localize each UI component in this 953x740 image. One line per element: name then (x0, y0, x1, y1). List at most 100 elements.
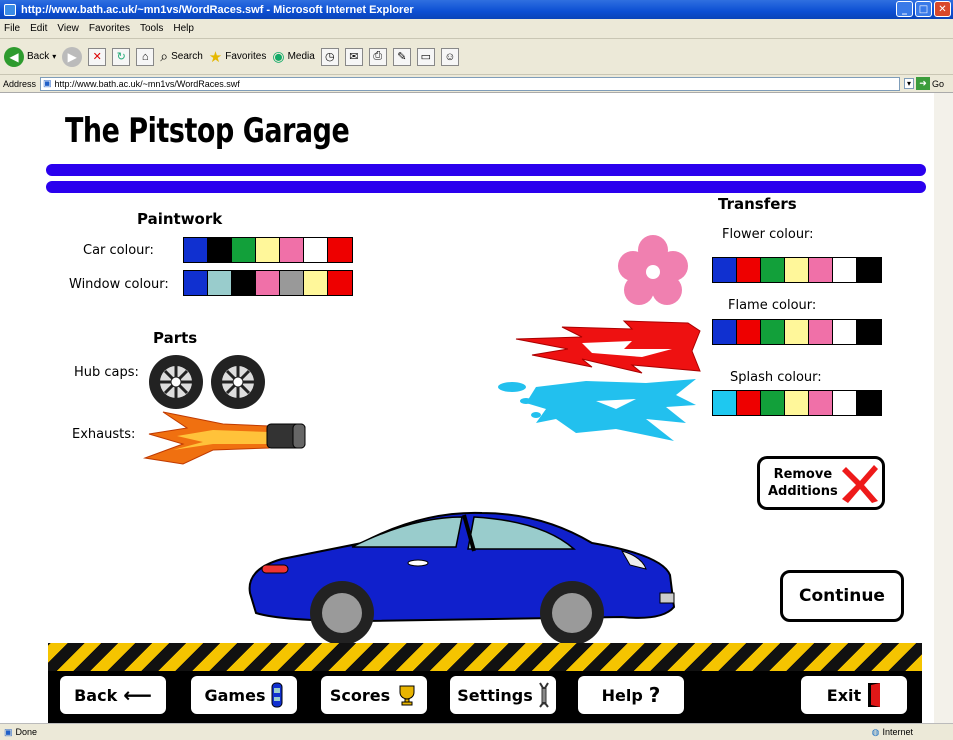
flower-colour-swatch-7[interactable] (857, 258, 881, 282)
trophy-icon (399, 685, 415, 706)
splash-colour-swatch-3[interactable] (761, 391, 785, 415)
search-icon: ⌕ (160, 48, 169, 64)
car-colour-swatch-7[interactable] (328, 238, 352, 262)
car-colour-swatch-5[interactable] (280, 238, 304, 262)
stop-button[interactable]: ✕ (88, 47, 107, 66)
back-label: Back (27, 51, 50, 62)
flame-colour-label: Flame colour: (728, 298, 817, 313)
splash-colour-swatch-7[interactable] (857, 391, 881, 415)
window-colour-swatch-7[interactable] (328, 271, 352, 295)
back-button[interactable]: ◀ Back ▾ (4, 46, 56, 67)
back-nav-button[interactable]: Back ⟵ (60, 676, 166, 714)
window-colour-swatch-2[interactable] (208, 271, 232, 295)
zone-text: Internet (882, 727, 913, 737)
menu-tools[interactable]: Tools (140, 23, 163, 34)
history-button[interactable]: ◷ (320, 47, 339, 66)
exit-nav-button[interactable]: Exit (801, 676, 907, 714)
scores-nav-button[interactable]: Scores (321, 676, 427, 714)
settings-nav-button[interactable]: Settings (450, 676, 556, 714)
menu-view[interactable]: View (57, 23, 79, 34)
title-divider-top (46, 164, 926, 176)
flame-colour-swatch-7[interactable] (857, 320, 881, 344)
print-button[interactable]: ⎙ (368, 47, 387, 66)
flower-colour-swatch-1[interactable] (713, 258, 737, 282)
messenger-button[interactable]: ☺ (440, 47, 459, 66)
menu-bar: File Edit View Favorites Tools Help (0, 19, 953, 39)
flower-colour-swatch-6[interactable] (833, 258, 857, 282)
favorites-button[interactable]: ★ Favorites (209, 48, 267, 66)
flame-transfer[interactable] (512, 319, 702, 375)
go-button[interactable]: ▾ ➜ Go (904, 77, 944, 90)
car-colour-swatch-1[interactable] (184, 238, 208, 262)
splash-colour-swatch-4[interactable] (785, 391, 809, 415)
flame-colour-swatch-1[interactable] (713, 320, 737, 344)
splash-colour-swatch-2[interactable] (737, 391, 761, 415)
page-icon: ▣ (43, 78, 52, 88)
car-colour-swatch-3[interactable] (232, 238, 256, 262)
window-colour-swatch-3[interactable] (232, 271, 256, 295)
window-titlebar: http://www.bath.ac.uk/~mn1vs/WordRaces.s… (0, 0, 953, 19)
car-colour-swatch-6[interactable] (304, 238, 328, 262)
favorites-label: Favorites (225, 51, 267, 62)
mail-button[interactable]: ✉ (344, 47, 363, 66)
flame-colour-swatch-2[interactable] (737, 320, 761, 344)
help-nav-button[interactable]: Help ? (578, 676, 684, 714)
flame-colour-swatch-6[interactable] (833, 320, 857, 344)
discuss-button[interactable]: ▭ (416, 47, 435, 66)
vertical-scrollbar[interactable] (934, 93, 953, 723)
menu-favorites[interactable]: Favorites (89, 23, 130, 34)
hub-caps-group (149, 355, 265, 409)
flower-colour-swatch-4[interactable] (785, 258, 809, 282)
flower-colour-swatch-2[interactable] (737, 258, 761, 282)
games-nav-button[interactable]: Games (191, 676, 297, 714)
exit-nav-label: Exit (826, 685, 862, 705)
hub-cap-option-1[interactable] (149, 355, 203, 409)
continue-button[interactable]: Continue (780, 570, 904, 622)
window-colour-swatch-6[interactable] (304, 271, 328, 295)
menu-edit[interactable]: Edit (30, 23, 47, 34)
games-nav-label: Games (204, 685, 266, 705)
car-colour-swatch-4[interactable] (256, 238, 280, 262)
transfers-heading: Transfers (718, 195, 797, 213)
search-button[interactable]: ⌕ Search (160, 48, 203, 65)
flame-colour-swatch-5[interactable] (809, 320, 833, 344)
hub-cap-option-2[interactable] (211, 355, 265, 409)
address-input[interactable]: ▣ http://www.bath.ac.uk/~mn1vs/WordRaces… (40, 76, 901, 91)
splash-colour-swatch-5[interactable] (809, 391, 833, 415)
window-colour-swatch-4[interactable] (256, 271, 280, 295)
window-colour-swatch-5[interactable] (280, 271, 304, 295)
media-button[interactable]: ◉ Media (272, 48, 314, 65)
flame-colour-swatch-3[interactable] (761, 320, 785, 344)
splash-colour-swatch-6[interactable] (833, 391, 857, 415)
flash-content[interactable]: The Pitstop Garage Paintwork Car colour:… (10, 93, 934, 723)
splash-transfer[interactable] (496, 375, 701, 445)
menu-file[interactable]: File (4, 23, 20, 34)
media-icon: ◉ (272, 48, 285, 64)
window-colour-swatch-1[interactable] (184, 271, 208, 295)
forward-button[interactable]: ▶ (62, 46, 83, 67)
menu-help[interactable]: Help (173, 23, 194, 34)
flame-colour-swatch-4[interactable] (785, 320, 809, 344)
remove-additions-button[interactable]: Remove Additions (757, 456, 885, 510)
flower-colour-palette (712, 257, 882, 283)
maximize-button[interactable]: □ (915, 1, 932, 17)
spanner-icon (538, 682, 549, 708)
splash-colour-swatch-1[interactable] (713, 391, 737, 415)
hub-caps-label: Hub caps: (74, 365, 139, 380)
close-button[interactable]: ✕ (934, 1, 951, 17)
refresh-button[interactable]: ↻ (112, 47, 131, 66)
flower-colour-swatch-5[interactable] (809, 258, 833, 282)
edit-button[interactable]: ✎ (392, 47, 411, 66)
minimize-button[interactable]: _ (896, 1, 913, 17)
splash-colour-palette (712, 390, 882, 416)
search-label: Search (171, 51, 203, 62)
car-colour-label: Car colour: (83, 243, 154, 258)
home-button[interactable]: ⌂ (136, 47, 155, 66)
flower-transfer[interactable] (617, 234, 689, 308)
media-label: Media (287, 51, 315, 62)
car-icon (271, 682, 283, 708)
car-colour-swatch-2[interactable] (208, 238, 232, 262)
additions-label: Additions (768, 484, 838, 499)
exhaust-option[interactable] (143, 410, 311, 466)
flower-colour-swatch-3[interactable] (761, 258, 785, 282)
